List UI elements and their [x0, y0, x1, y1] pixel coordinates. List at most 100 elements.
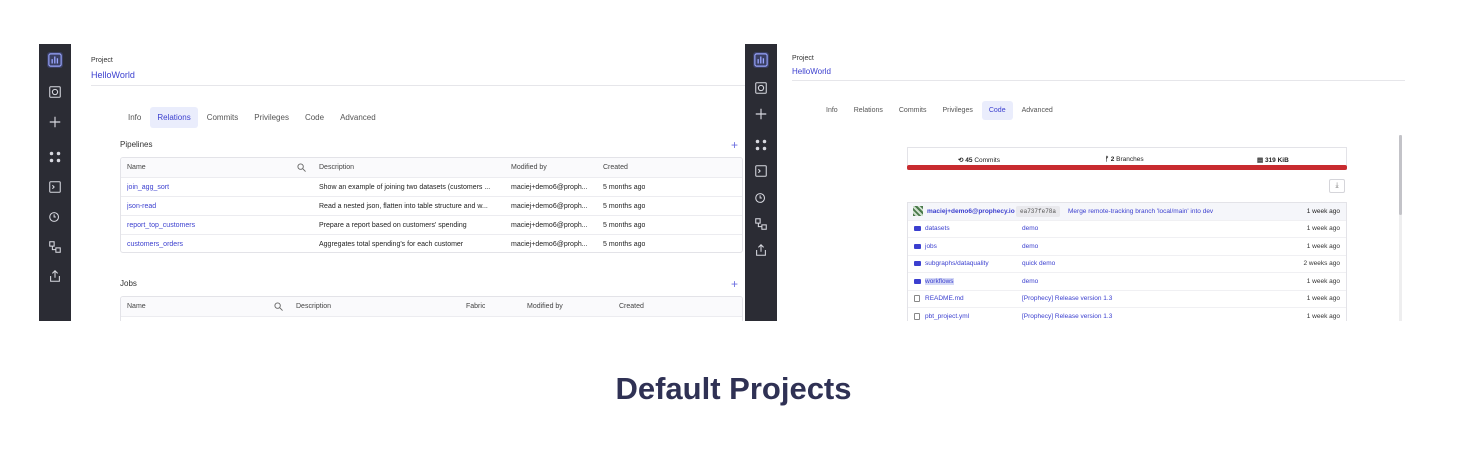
tab-advanced[interactable]: Advanced — [1015, 101, 1060, 120]
scrollbar[interactable] — [1399, 135, 1402, 321]
file-row[interactable]: subgraphs/dataquality quick demo 2 weeks… — [908, 256, 1346, 273]
folder-icon — [914, 273, 921, 290]
tab-code[interactable]: Code — [298, 107, 331, 128]
col-name[interactable]: Name — [127, 158, 146, 177]
file-commit-message[interactable]: [Prophecy] Release version 1.3 — [1022, 308, 1112, 321]
pipeline-name[interactable]: report_top_customers — [127, 216, 195, 234]
file-commit-message[interactable]: [Prophecy] Release version 1.3 — [1022, 291, 1112, 308]
search-icon[interactable] — [297, 158, 306, 177]
upload-icon[interactable] — [47, 268, 63, 284]
download-icon[interactable]: ⤓ — [1329, 179, 1345, 193]
col-description: Description — [319, 164, 355, 171]
search-icon[interactable] — [274, 297, 283, 316]
pipeline-modified-by: maciej+demo6@proph... — [511, 183, 588, 191]
metadata-icon[interactable] — [753, 52, 769, 68]
commit-author[interactable]: maciej+demo6@prophecy.io — [927, 203, 1015, 220]
commit-hash[interactable]: ea737fe78a — [1016, 205, 1061, 217]
file-row[interactable]: pbt_project.yml [Prophecy] Release versi… — [908, 308, 1346, 321]
file-name[interactable]: workflows — [925, 277, 954, 285]
file-commit-message[interactable]: demo — [1022, 221, 1038, 238]
project-name[interactable]: HelloWorld — [792, 67, 831, 76]
latest-commit-row: maciej+demo6@prophecy.io ea737fe78a Merg… — [908, 203, 1346, 221]
table-row[interactable]: customers_orders Aggregates total spendi… — [121, 235, 742, 252]
pipeline-name[interactable]: json-read — [127, 197, 156, 215]
tab-commits[interactable]: Commits — [200, 107, 246, 128]
table-row[interactable]: json-read Read a nested json, flatten in… — [121, 197, 742, 216]
file-row[interactable]: jobs demo 1 week ago — [908, 238, 1346, 256]
git-icon[interactable] — [753, 216, 769, 232]
upload-icon[interactable] — [753, 242, 769, 258]
scrollbar-thumb[interactable] — [1399, 135, 1402, 215]
plus-icon[interactable] — [47, 114, 63, 130]
terminal-icon[interactable] — [753, 163, 769, 179]
file-commit-message[interactable]: quick demo — [1022, 256, 1055, 273]
file-name[interactable]: datasets — [925, 221, 950, 238]
relations-screenshot: Project HelloWorld Info Relations Commit… — [39, 44, 745, 321]
commit-date: 1 week ago — [1306, 207, 1340, 215]
file-commit-message[interactable]: demo — [1022, 273, 1038, 290]
code-screenshot: Project HelloWorld Info Relations Commit… — [745, 44, 1405, 321]
file-date: 2 weeks ago — [1303, 260, 1341, 268]
col-name[interactable]: Name — [127, 297, 146, 316]
schedule-icon[interactable] — [47, 209, 63, 225]
folder-icon — [914, 221, 921, 238]
tab-code[interactable]: Code — [981, 101, 1013, 120]
pipeline-modified-by: maciej+demo6@proph... — [511, 221, 588, 229]
commits-stat[interactable]: ⟲ 45 Commits — [958, 156, 1000, 164]
graph-icon[interactable] — [47, 149, 63, 165]
file-name[interactable]: pbt_project.yml — [925, 308, 969, 321]
file-commit-message[interactable]: demo — [1022, 238, 1038, 255]
file-name[interactable]: subgraphs/dataquality — [925, 256, 989, 273]
col-description: Description — [296, 303, 332, 310]
search-icon[interactable] — [47, 84, 63, 100]
pipelines-table: Name Description Modified by Created joi… — [120, 157, 743, 253]
tab-commits[interactable]: Commits — [892, 101, 934, 120]
pipelines-title: Pipelines — [120, 140, 153, 149]
table-header: Name Description Fabric Modified by Crea… — [121, 297, 742, 317]
size-stat: ▤ 319 KiB — [1257, 156, 1289, 164]
tab-info[interactable]: Info — [121, 107, 148, 128]
file-date: 1 week ago — [1306, 295, 1340, 303]
pipeline-name[interactable]: join_agg_sort — [127, 178, 169, 196]
file-name[interactable]: README.md — [925, 291, 964, 308]
project-name[interactable]: HelloWorld — [91, 70, 135, 80]
tab-privileges[interactable]: Privileges — [936, 101, 980, 120]
commit-message[interactable]: Merge remote-tracking branch 'local/main… — [1068, 203, 1213, 220]
commit-hash-container: ea737fe78a — [1016, 203, 1061, 220]
graph-icon[interactable] — [753, 137, 769, 153]
pipeline-description: Show an example of joining two datasets … — [319, 183, 491, 191]
pipeline-description: Read a nested json, flatten into table s… — [319, 202, 488, 210]
project-tabs: Info Relations Commits Privileges Code A… — [819, 101, 1060, 120]
table-row[interactable]: report_top_customers Prepare a report ba… — [121, 216, 742, 235]
pipeline-created: 5 months ago — [603, 241, 646, 248]
search-icon[interactable] — [753, 80, 769, 96]
file-row[interactable]: workflows demo 1 week ago — [908, 273, 1346, 291]
folder-icon — [914, 238, 921, 255]
file-name[interactable]: jobs — [925, 238, 937, 255]
database-icon: ▤ — [1257, 157, 1265, 164]
tab-relations[interactable]: Relations — [150, 107, 198, 128]
tab-info[interactable]: Info — [819, 101, 845, 120]
avatar — [913, 203, 923, 220]
file-list: maciej+demo6@prophecy.io ea737fe78a Merg… — [907, 202, 1347, 321]
add-pipeline-icon[interactable]: + — [731, 138, 738, 152]
plus-icon[interactable] — [753, 106, 769, 122]
tab-privileges[interactable]: Privileges — [247, 107, 296, 128]
col-fabric: Fabric — [466, 303, 486, 310]
schedule-icon[interactable] — [753, 190, 769, 206]
pipeline-created: 5 months ago — [603, 183, 646, 191]
pipeline-name[interactable]: customers_orders — [127, 235, 183, 252]
table-row[interactable]: join_agg_sort Show an example of joining… — [121, 178, 742, 197]
file-row[interactable]: README.md [Prophecy] Release version 1.3… — [908, 291, 1346, 308]
terminal-icon[interactable] — [47, 179, 63, 195]
tab-advanced[interactable]: Advanced — [333, 107, 383, 128]
branches-stat[interactable]: ᚠ 2 Branches — [1105, 156, 1144, 163]
page-caption: Default Projects — [615, 371, 852, 406]
col-created: Created — [603, 164, 628, 171]
add-job-icon[interactable]: + — [731, 277, 738, 291]
metadata-icon[interactable] — [47, 52, 63, 68]
file-date: 1 week ago — [1306, 225, 1340, 233]
git-icon[interactable] — [47, 239, 63, 255]
file-row[interactable]: datasets demo 1 week ago — [908, 221, 1346, 238]
tab-relations[interactable]: Relations — [847, 101, 890, 120]
